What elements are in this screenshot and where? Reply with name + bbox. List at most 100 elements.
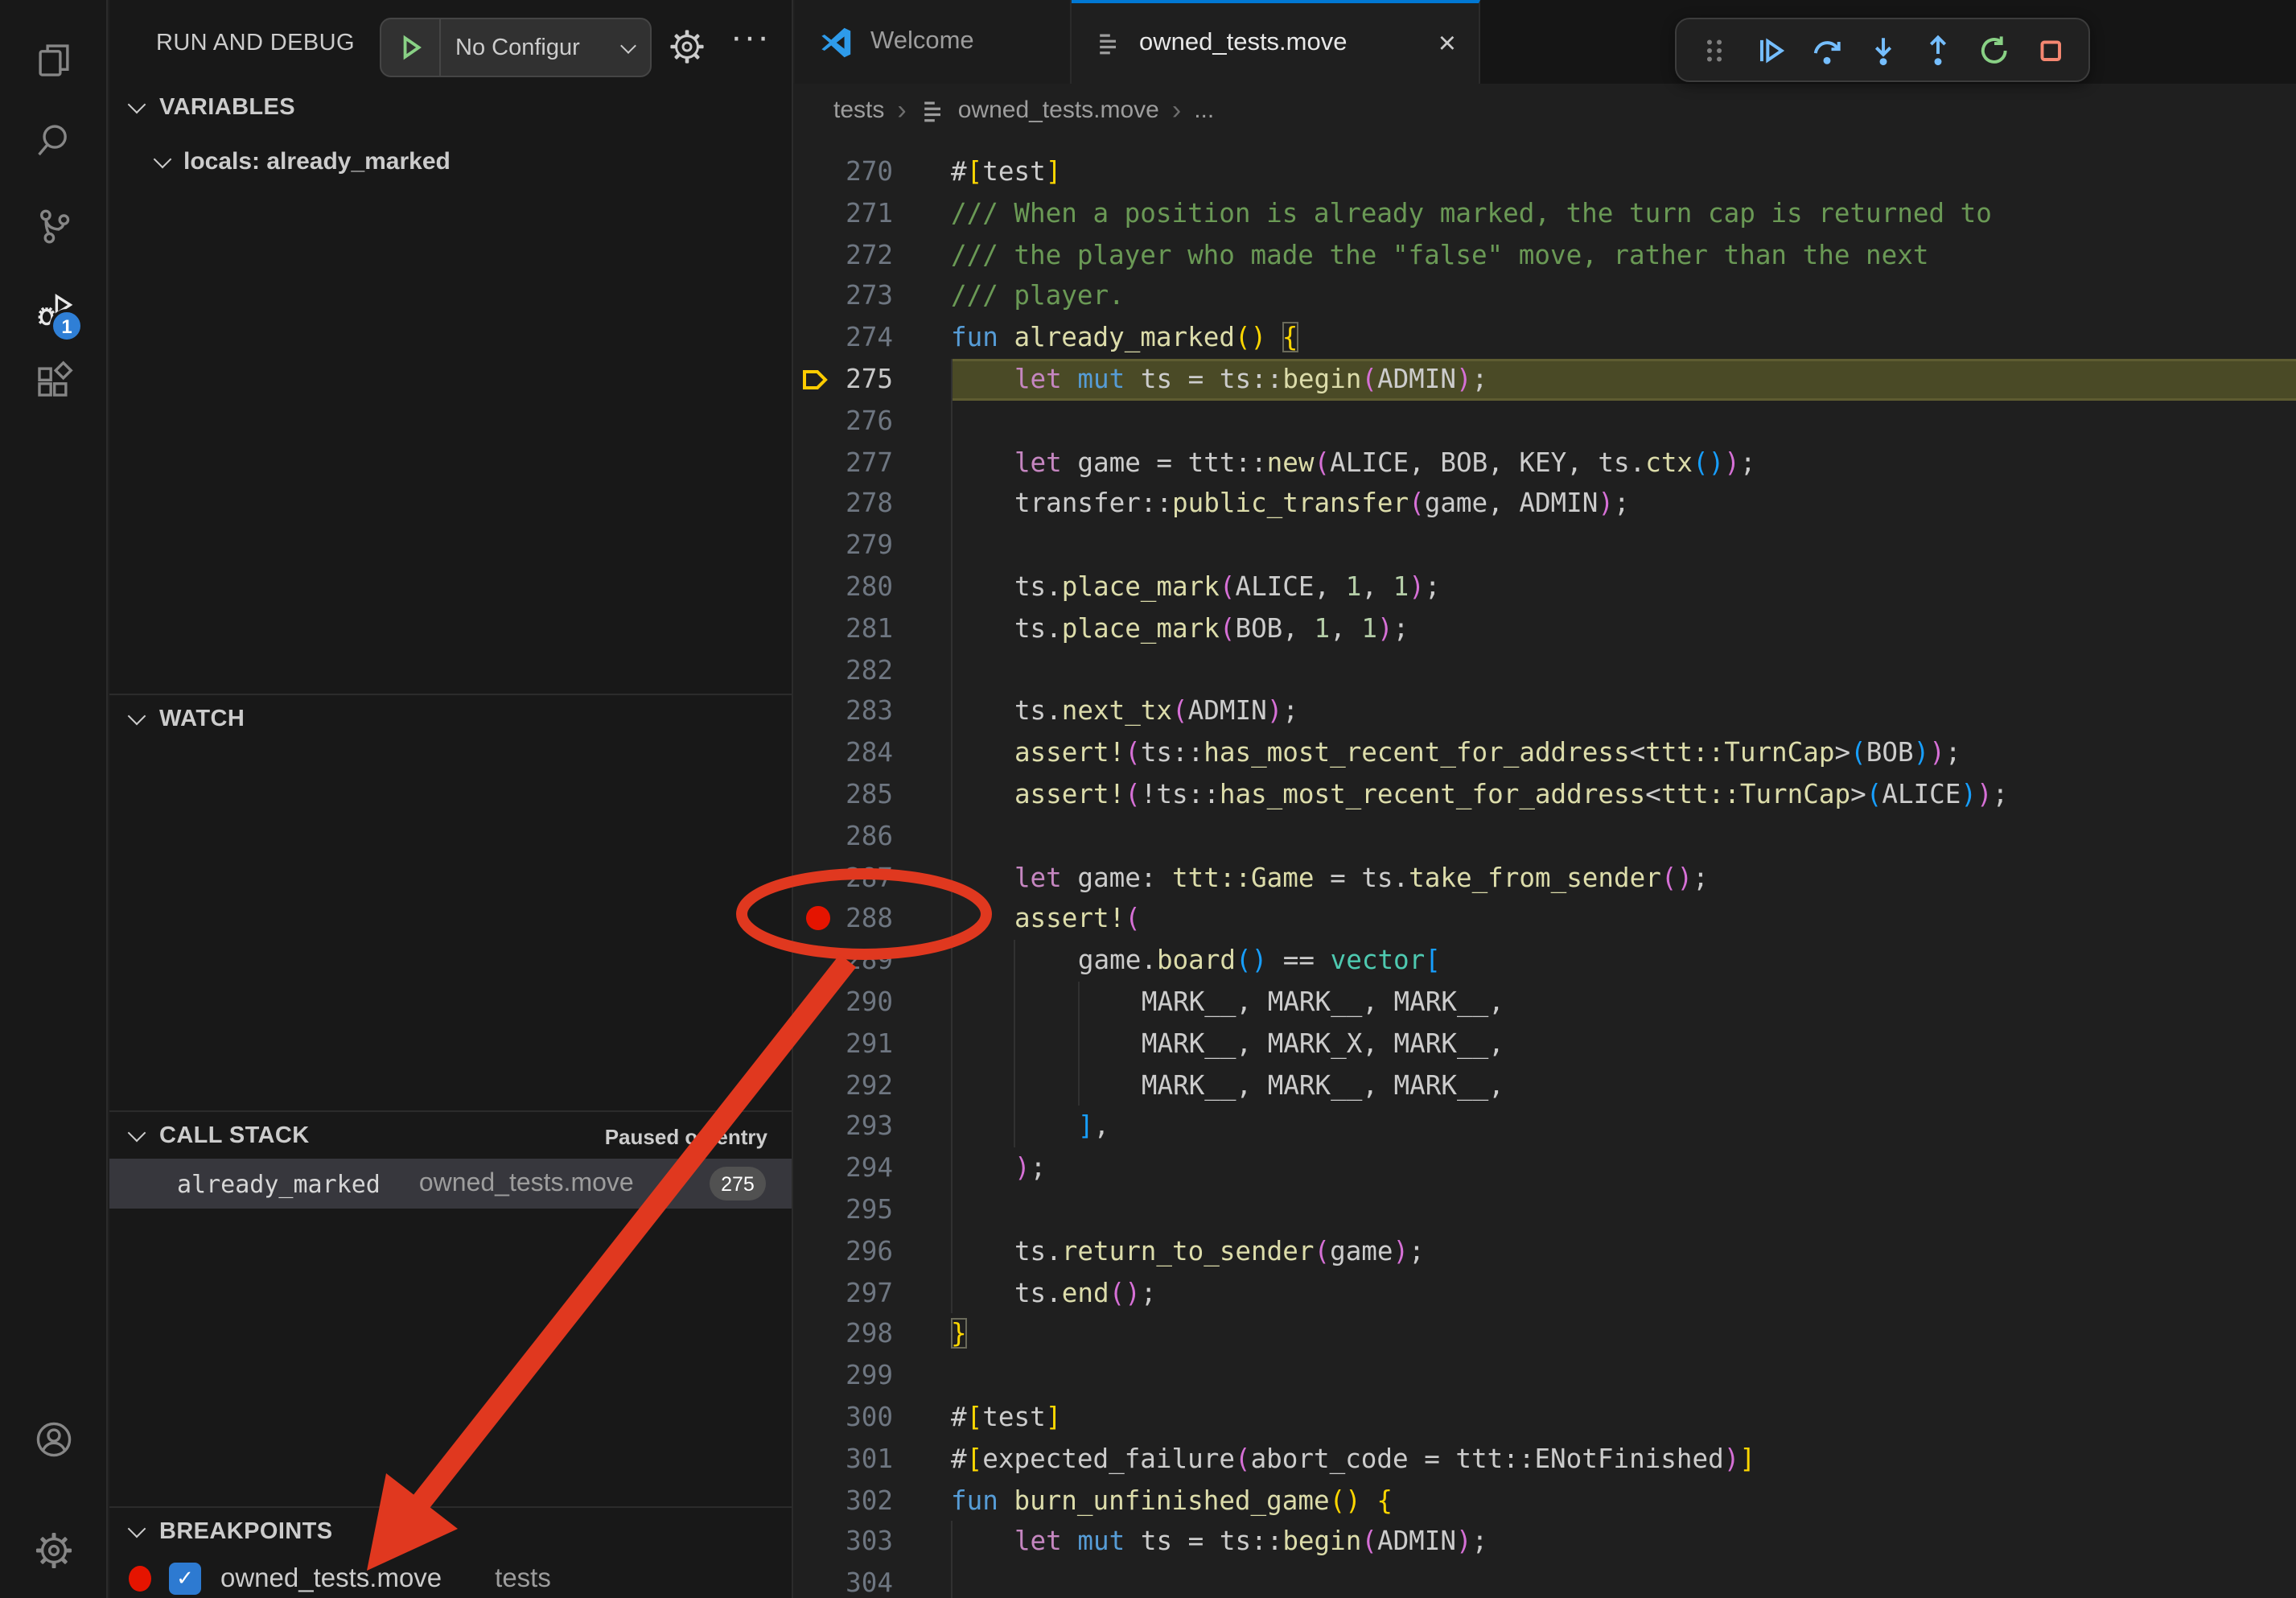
gutter[interactable]: 297 [795,1272,951,1314]
breakpoint-checkbox[interactable]: ✓ [169,1563,201,1595]
code-line[interactable]: 302fun burn_unfinished_game() { [795,1480,2296,1522]
code-line[interactable]: 301#[expected_failure(abort_code = ttt::… [795,1438,2296,1480]
code-line-content[interactable]: let mut ts = ts::begin(ADMIN); [951,359,2296,401]
breakpoint-row[interactable]: ✓ owned_tests.move tests 288 [109,1555,792,1598]
gutter[interactable]: 289 [795,940,951,982]
gutter[interactable]: 296 [795,1230,951,1272]
code-line-content[interactable]: #[expected_failure(abort_code = ttt::ENo… [951,1438,2296,1480]
code-line[interactable]: 292MARK__, MARK__, MARK__, [795,1065,2296,1106]
gutter[interactable]: 301 [795,1438,951,1480]
code-line-content[interactable]: let mut ts = ts::begin(ADMIN); [951,1522,2296,1563]
code-line[interactable]: 273/// player. [795,276,2296,318]
watch-section-header[interactable]: WATCH [109,697,792,742]
code-line[interactable]: 285assert!(!ts::has_most_recent_for_addr… [795,774,2296,816]
code-line-content[interactable]: transfer::public_transfer(game, ADMIN); [951,484,2296,525]
code-line[interactable]: 293], [795,1106,2296,1148]
code-line[interactable]: 272/// the player who made the "false" m… [795,234,2296,276]
code-line[interactable]: 299 [795,1355,2296,1397]
code-line[interactable]: 275let mut ts = ts::begin(ADMIN); [795,359,2296,401]
gutter[interactable]: 303 [795,1522,951,1563]
gutter[interactable]: 273 [795,276,951,318]
code-line[interactable]: 271/// When a position is already marked… [795,193,2296,235]
code-line[interactable]: 280ts.place_mark(ALICE, 1, 1); [795,566,2296,608]
variables-section-header[interactable]: VARIABLES [109,85,792,130]
gutter[interactable]: 293 [795,1106,951,1148]
code-line[interactable]: 296ts.return_to_sender(game); [795,1230,2296,1272]
gutter[interactable]: 271 [795,193,951,235]
breadcrumb-file[interactable]: owned_tests.move [958,97,1159,124]
gutter[interactable]: 282 [795,649,951,691]
debug-gear-icon[interactable] [666,26,708,76]
code-line-content[interactable]: #[test] [951,1397,2296,1439]
code-line[interactable]: 289game.board() == vector[ [795,940,2296,982]
tab-owned-tests-move[interactable]: owned_tests.move × [1072,0,1480,84]
step-out-icon[interactable] [1915,26,1962,74]
gutter[interactable]: 300 [795,1397,951,1439]
code-line[interactable]: 277let game = ttt::new(ALICE, BOB, KEY, … [795,442,2296,484]
gutter[interactable]: 299 [795,1355,951,1397]
code-line[interactable]: 274fun already_marked() { [795,317,2296,359]
code-line-content[interactable]: } [951,1314,2296,1356]
code-line-content[interactable]: ts.end(); [951,1272,2296,1314]
code-line-content[interactable] [951,1189,2296,1231]
gutter[interactable]: 276 [795,401,951,443]
gutter[interactable]: 283 [795,691,951,733]
code-line[interactable]: 278transfer::public_transfer(game, ADMIN… [795,484,2296,525]
more-actions-icon[interactable]: ··· [730,16,771,58]
code-line-content[interactable]: ts.place_mark(BOB, 1, 1); [951,608,2296,650]
code-line[interactable]: 284assert!(ts::has_most_recent_for_addre… [795,732,2296,774]
code-line[interactable]: 276 [795,401,2296,443]
code-line[interactable]: 297ts.end(); [795,1272,2296,1314]
code-line-content[interactable]: MARK__, MARK__, MARK__, [951,1065,2296,1106]
code-line[interactable]: 286 [795,816,2296,858]
gutter[interactable]: 286 [795,816,951,858]
code-line-content[interactable]: fun already_marked() { [951,317,2296,359]
code-line[interactable]: 287let game: ttt::Game = ts.take_from_se… [795,857,2296,899]
code-line-content[interactable] [951,1563,2296,1598]
code-line-content[interactable]: let game = ttt::new(ALICE, BOB, KEY, ts.… [951,442,2296,484]
step-into-icon[interactable] [1858,26,1906,74]
code-line-content[interactable]: assert!( [951,899,2296,941]
settings-gear-icon[interactable] [0,1511,106,1588]
stop-icon[interactable] [2026,26,2074,74]
code-line-content[interactable]: ts.place_mark(ALICE, 1, 1); [951,566,2296,608]
code-line-content[interactable]: ts.next_tx(ADMIN); [951,691,2296,733]
code-line-content[interactable] [951,401,2296,443]
code-line-content[interactable]: ], [951,1106,2296,1148]
gutter[interactable]: 288 [795,899,951,941]
call-stack-section-header[interactable]: CALL STACK Paused on entry [109,1114,792,1159]
close-icon[interactable]: × [1438,28,1456,59]
drag-grip-icon[interactable] [1691,26,1738,74]
code-line[interactable]: 281ts.place_mark(BOB, 1, 1); [795,608,2296,650]
gutter[interactable]: 274 [795,317,951,359]
gutter[interactable]: 270 [795,151,951,193]
code-editor[interactable]: 270#[test]271/// When a position is alre… [795,137,2296,1598]
code-line[interactable]: 291MARK__, MARK_X, MARK__, [795,1023,2296,1065]
gutter[interactable]: 294 [795,1147,951,1189]
gutter[interactable]: 284 [795,732,951,774]
gutter[interactable]: 287 [795,857,951,899]
code-line[interactable]: 270#[test] [795,151,2296,193]
tab-welcome[interactable]: Welcome [795,0,1072,84]
gutter[interactable]: 281 [795,608,951,650]
call-stack-frame-row[interactable]: already_marked owned_tests.move 275 [109,1159,792,1209]
code-line[interactable]: 295 [795,1189,2296,1231]
code-line[interactable]: 283ts.next_tx(ADMIN); [795,691,2296,733]
code-line-content[interactable] [951,525,2296,566]
code-line-content[interactable]: assert!(ts::has_most_recent_for_address<… [951,732,2296,774]
code-line-content[interactable]: fun burn_unfinished_game() { [951,1480,2296,1522]
explorer-icon[interactable] [0,21,106,98]
code-line[interactable]: 294); [795,1147,2296,1189]
run-and-debug-icon[interactable]: 1 [0,270,106,348]
code-line-content[interactable] [951,816,2296,858]
variables-scope-row[interactable]: locals: already_marked [109,140,792,183]
code-line[interactable]: 288assert!( [795,899,2296,941]
code-line-content[interactable]: assert!(!ts::has_most_recent_for_address… [951,774,2296,816]
gutter[interactable]: 290 [795,982,951,1023]
code-line[interactable]: 290MARK__, MARK__, MARK__, [795,982,2296,1023]
account-icon[interactable] [0,1400,106,1477]
code-line[interactable]: 303let mut ts = ts::begin(ADMIN); [795,1522,2296,1563]
breakpoints-section-header[interactable]: BREAKPOINTS [109,1509,792,1555]
code-line[interactable]: 304 [795,1563,2296,1598]
gutter[interactable]: 295 [795,1189,951,1231]
